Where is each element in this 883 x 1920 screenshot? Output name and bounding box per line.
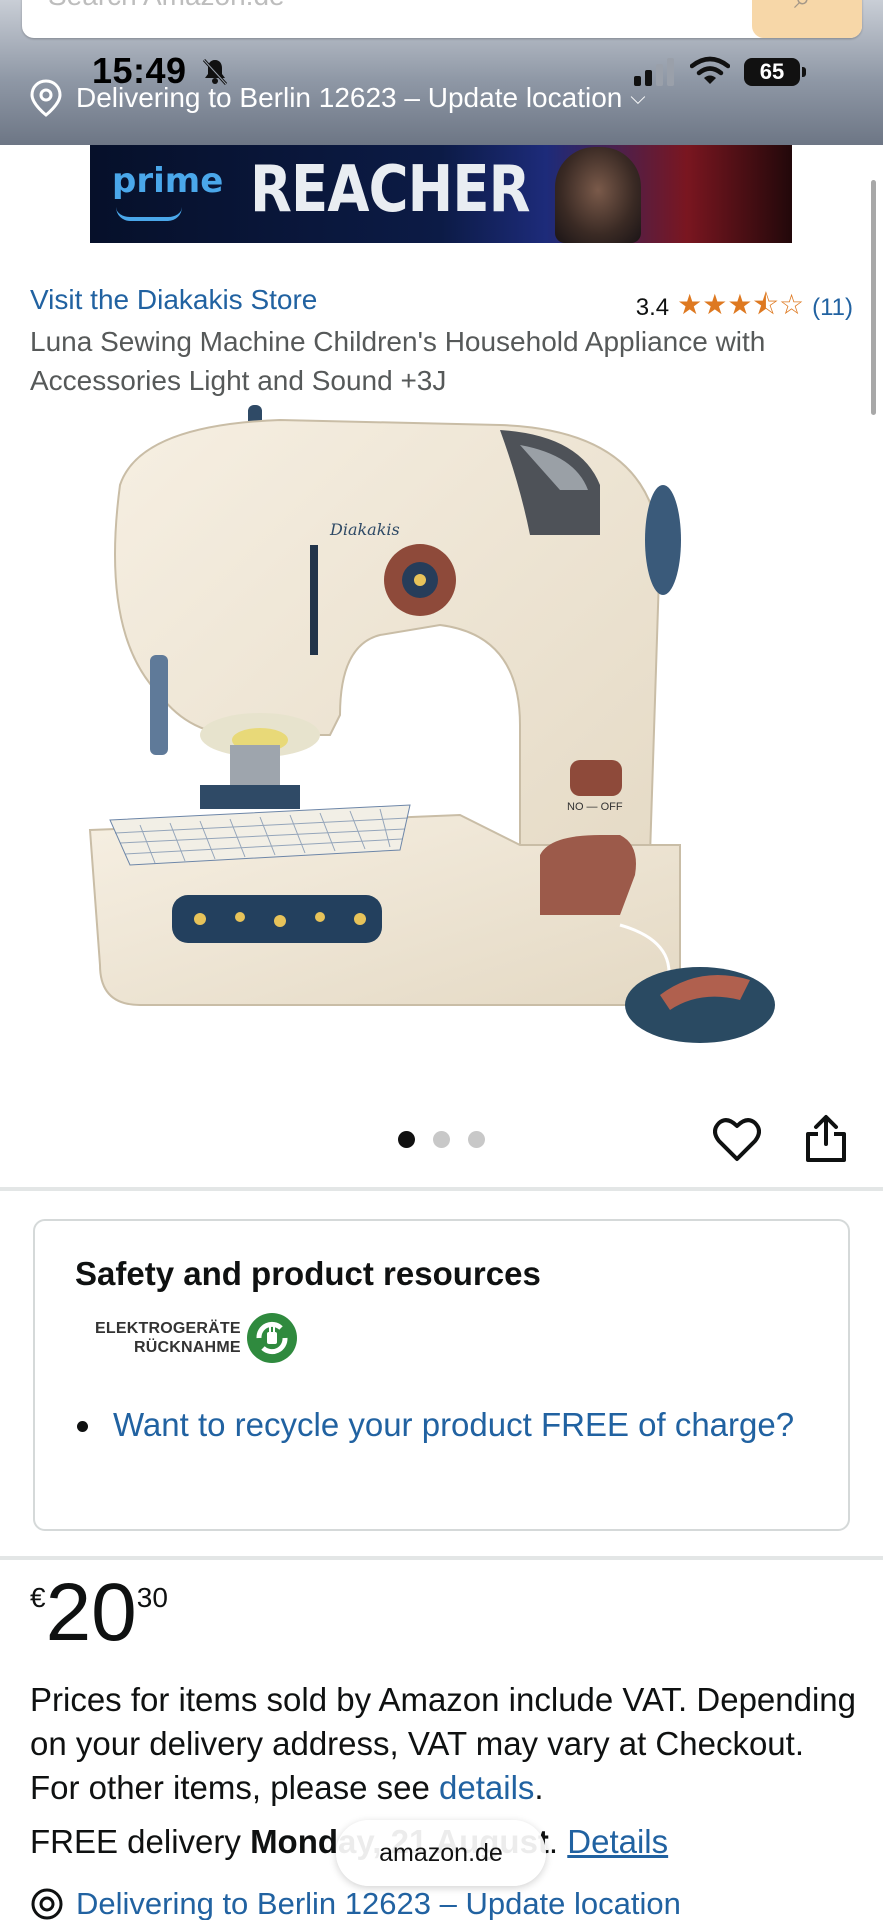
elektro-logo-line2: RÜCKNAHME bbox=[134, 1339, 241, 1356]
elektro-logo-line1: ELEKTROGERÄTE bbox=[95, 1320, 241, 1337]
half-star: ⯪ bbox=[752, 289, 779, 320]
vat-notice: Prices for items sold by Amazon include … bbox=[30, 1678, 860, 1810]
delivery-suffix: . bbox=[548, 1823, 568, 1860]
product-image[interactable]: Diakakis NO — OFF bbox=[80, 405, 810, 1055]
safety-links: Want to recycle your product FREE of cha… bbox=[75, 1403, 795, 1447]
full-stars: ★★★ bbox=[677, 289, 753, 320]
search-button[interactable]: ⌕ bbox=[752, 0, 862, 38]
recycle-plug-icon bbox=[246, 1313, 297, 1363]
wishlist-heart-icon[interactable] bbox=[713, 1117, 761, 1163]
delivery-details-link[interactable]: Details bbox=[567, 1823, 668, 1860]
location-pin-icon bbox=[30, 79, 62, 117]
elektro-ruecknahme-logo: ELEKTROGERÄTE RÜCKNAHME bbox=[95, 1311, 299, 1365]
empty-star: ☆ bbox=[778, 289, 805, 320]
vat-end: . bbox=[534, 1769, 544, 1806]
section-divider bbox=[0, 1556, 883, 1560]
elektro-logo-text: ELEKTROGERÄTE RÜCKNAHME bbox=[95, 1319, 241, 1357]
delivery-location-bar[interactable]: Delivering to Berlin 12623 – Update loca… bbox=[28, 78, 646, 118]
carousel-dot[interactable] bbox=[398, 1131, 415, 1148]
product-title: Luna Sewing Machine Children's Household… bbox=[30, 326, 766, 396]
price: € 20 30 bbox=[30, 1572, 168, 1654]
wifi-icon bbox=[690, 56, 730, 84]
banner-actor-image bbox=[555, 147, 641, 243]
price-fraction: 30 bbox=[136, 1582, 168, 1613]
bottom-delivery-text: Delivering to Berlin 12623 – Update loca… bbox=[76, 1886, 681, 1920]
rating-count[interactable]: (11) bbox=[812, 294, 853, 322]
product-page: Search Amazon.de ⌕ 15:49 65 bbox=[0, 0, 883, 1920]
prime-smile-icon bbox=[116, 207, 182, 221]
delivery-prefix: FREE delivery bbox=[30, 1823, 251, 1860]
store-link[interactable]: Visit the Diakakis Store bbox=[30, 284, 317, 316]
section-divider bbox=[0, 1187, 883, 1191]
carousel-dot[interactable] bbox=[468, 1131, 485, 1148]
vat-details-link[interactable]: details bbox=[439, 1769, 534, 1806]
bottom-delivery-location[interactable]: Delivering to Berlin 12623 – Update loca… bbox=[30, 1886, 681, 1920]
top-bar: Search Amazon.de ⌕ 15:49 65 bbox=[0, 0, 883, 145]
product-brand-text: Diakakis bbox=[329, 520, 400, 539]
delivery-location-text: Delivering to Berlin 12623 – Update loca… bbox=[76, 82, 623, 113]
search-placeholder: Search Amazon.de bbox=[48, 0, 285, 12]
search-input[interactable]: Search Amazon.de ⌕ bbox=[22, 0, 862, 38]
price-whole: 20 bbox=[45, 1567, 137, 1658]
browser-url-pill[interactable]: amazon.de bbox=[336, 1820, 546, 1886]
prime-video-ad-banner[interactable]: prime REACHER bbox=[90, 145, 792, 243]
location-icon bbox=[31, 1888, 63, 1920]
price-currency: € bbox=[30, 1582, 46, 1613]
banner-title: REACHER bbox=[250, 153, 531, 227]
safety-heading: Safety and product resources bbox=[75, 1255, 541, 1292]
share-icon[interactable] bbox=[804, 1114, 848, 1164]
safety-resources-card: Safety and product resources ELEKTROGERÄ… bbox=[33, 1219, 850, 1531]
carousel-dot[interactable] bbox=[433, 1131, 450, 1148]
rating-value: 3.4 bbox=[635, 294, 670, 321]
image-carousel-dots[interactable] bbox=[398, 1131, 485, 1148]
prime-logo: prime bbox=[112, 161, 224, 201]
scrollbar[interactable] bbox=[871, 180, 876, 415]
product-switch-text: NO — OFF bbox=[567, 801, 623, 813]
recycle-link[interactable]: Want to recycle your product FREE of cha… bbox=[75, 1403, 795, 1447]
search-icon: ⌕ bbox=[794, 0, 811, 16]
battery-icon: 65 bbox=[744, 58, 806, 86]
chevron-down-icon: ⌵ bbox=[630, 86, 646, 109]
